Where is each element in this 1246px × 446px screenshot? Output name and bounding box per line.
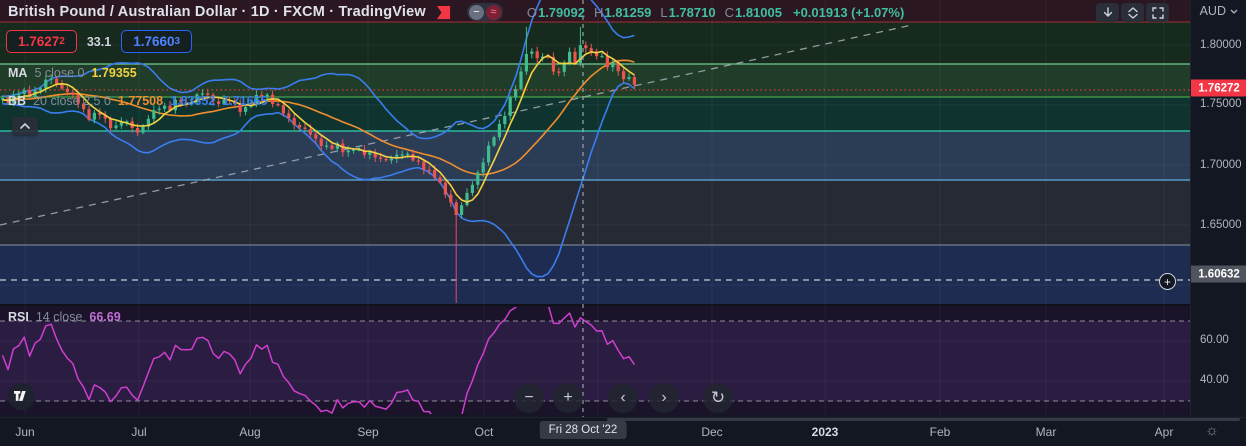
zoom-out-button[interactable]: − (514, 383, 544, 413)
time-axis-label: Feb (929, 425, 951, 439)
close-value: 1.81005 (734, 4, 782, 20)
price-zone (0, 180, 1190, 245)
bb-lower-value: 1.71665 (222, 94, 268, 108)
low-label: L (660, 4, 668, 20)
broker-logo-icon (436, 5, 450, 19)
high-label: H (593, 4, 604, 20)
price-axis-label: 1.70000 (1200, 159, 1242, 171)
current-price-badge: 1.76272 (1191, 79, 1246, 97)
chevron-down-icon (1230, 9, 1238, 14)
chevron-right-icon: › (661, 389, 667, 406)
expand-pane-button[interactable] (1121, 3, 1144, 22)
time-axis-label: 2023 (811, 425, 839, 439)
ma-value: 1.79355 (91, 66, 137, 80)
ma-params: 5 close 0 (34, 66, 85, 80)
rsi-name: RSI (8, 310, 29, 324)
time-axis-label: Sep (357, 425, 379, 439)
tradingview-logo[interactable] (8, 383, 35, 410)
expand-vertical-icon (1127, 6, 1138, 19)
buy-price-button[interactable]: 1.76603 (121, 30, 193, 53)
arrow-down-icon (1103, 6, 1112, 17)
bb-name: BB (8, 94, 27, 108)
reset-icon: ↻ (710, 388, 726, 407)
bb-params: 20 close 2.5 0 (33, 94, 111, 108)
bb-upper-value: 1.83352 (170, 94, 216, 108)
chevron-up-icon (20, 123, 30, 129)
buy-price-sup: 3 (174, 36, 181, 47)
rsi-value: 66.69 (89, 310, 121, 324)
time-axis-label: Jun (15, 425, 35, 439)
time-axis-label: Dec (701, 425, 723, 439)
time-axis-label: Aug (239, 425, 261, 439)
scroll-left-button[interactable]: ‹ (608, 383, 638, 413)
time-axis[interactable]: Jun Jul Aug Sep Oct Dec 2023 Feb Mar Apr Fri 28 O… (0, 417, 1246, 446)
price-zone (0, 131, 1190, 180)
rsi-band (0, 321, 1190, 401)
time-axis-label: Oct (474, 425, 494, 439)
scroll-right-button[interactable]: › (649, 383, 679, 413)
tradingview-chart-window: British Pound / Australian Dollar · 1D ·… (0, 0, 1246, 446)
currency-selector[interactable]: AUD (1200, 4, 1238, 18)
ohlc-readout: O1.79092 H1.81259 L1.78710 C1.81005 +0.0… (527, 5, 904, 20)
currency-label: AUD (1199, 4, 1226, 18)
add-alert-plus-icon[interactable]: + (1159, 273, 1176, 290)
change-value: +0.01913 (+1.07%) (792, 4, 905, 20)
hide-legend-button[interactable]: − (468, 4, 484, 20)
buy-price: 1.7660 (133, 34, 175, 49)
rsi-indicator-legend[interactable]: RSI 14 close 66.69 (8, 310, 121, 324)
sell-price-button[interactable]: 1.76272 (6, 30, 77, 53)
close-label: C (724, 4, 734, 20)
bb-indicator-legend[interactable]: BB 20 close 2.5 0 1.77508 1.83352 1.7166… (8, 94, 267, 108)
alert-level-badge: 1.60632 (1191, 265, 1246, 283)
spread-value: 33.1 (86, 34, 112, 49)
price-axis-label: 1.75000 (1200, 98, 1242, 110)
sell-price-sup: 2 (59, 36, 65, 47)
reset-chart-button[interactable]: ↻ (703, 383, 733, 413)
chart-scrollbar[interactable] (607, 418, 1240, 421)
sell-price: 1.7627 (18, 34, 60, 49)
ma-name: MA (8, 66, 28, 80)
collapse-panel-button[interactable] (12, 117, 38, 135)
quote-panel: 1.76272 33.1 1.76603 (6, 30, 193, 53)
session-settings-icon[interactable]: ☼ (1205, 422, 1219, 439)
time-axis-label: Jul (131, 425, 147, 439)
crosshair-date-badge: Fri 28 Oct '22 (539, 421, 627, 439)
download-button[interactable] (1096, 3, 1119, 22)
price-axis[interactable]: AUD 1.80000 1.75000 1.70000 1.65000 60.00 40.… (1190, 0, 1246, 417)
tradingview-logo-icon (14, 391, 26, 401)
time-axis-label: Apr (1154, 425, 1174, 439)
symbol-title[interactable]: British Pound / Australian Dollar · 1D ·… (8, 4, 426, 20)
approx-mode-button[interactable]: ≈ (485, 4, 501, 20)
chart-canvas[interactable] (0, 0, 1190, 417)
zoom-in-button[interactable]: + (553, 383, 583, 413)
price-axis-label: 60.00 (1200, 334, 1229, 346)
low-value: 1.78710 (668, 4, 716, 20)
plus-icon: + (563, 389, 573, 406)
ma-indicator-legend[interactable]: MA 5 close 0 1.79355 (8, 66, 137, 80)
rsi-params: 14 close (35, 310, 83, 324)
fullscreen-icon (1151, 6, 1164, 19)
price-axis-label: 1.80000 (1200, 39, 1242, 51)
price-axis-label: 40.00 (1200, 374, 1229, 386)
time-axis-label: Mar (1035, 425, 1057, 439)
high-value: 1.81259 (604, 4, 652, 20)
chart-header: British Pound / Australian Dollar · 1D ·… (8, 2, 904, 22)
price-zone (0, 245, 1190, 304)
price-axis-label: 1.65000 (1200, 219, 1242, 231)
chevron-left-icon: ‹ (620, 389, 626, 406)
open-label: O (526, 4, 537, 20)
legend-quick-actions: − ≈ (466, 3, 503, 21)
open-value: 1.79092 (537, 4, 585, 20)
fullscreen-button[interactable] (1146, 3, 1169, 22)
bb-basis-value: 1.77508 (117, 94, 164, 108)
minus-icon: − (524, 389, 534, 406)
